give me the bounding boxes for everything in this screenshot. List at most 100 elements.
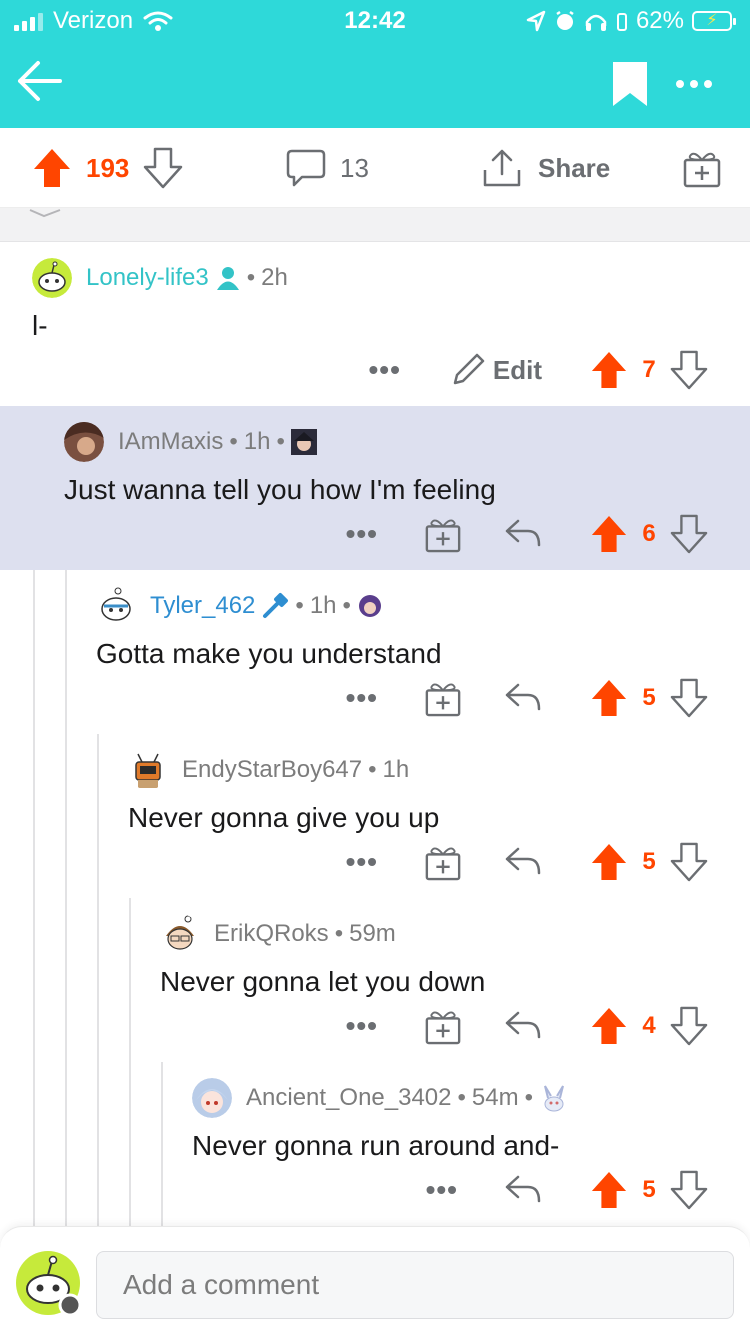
upvote-icon[interactable] <box>590 678 628 718</box>
user-flair-icon <box>358 595 381 617</box>
status-bar: Verizon 12:42 62% ⚡ <box>0 0 750 42</box>
comment-body: l- <box>32 310 48 341</box>
downvote-icon[interactable] <box>670 1006 708 1046</box>
username[interactable]: Ancient_One_3402 <box>246 1084 452 1112</box>
lock-rotation-icon <box>616 13 627 31</box>
comment-actions: ••• 5 <box>346 676 708 720</box>
user-flair-icon <box>544 1085 564 1112</box>
downvote-icon[interactable] <box>670 842 708 882</box>
downvote-icon[interactable] <box>670 514 708 554</box>
comment: Lonely-life3 • 2h l- ••• Edit 7 <box>0 242 750 406</box>
reply-icon[interactable] <box>504 1009 542 1043</box>
username[interactable]: Lonely-life3 <box>86 264 209 292</box>
username[interactable]: EndyStarBoy647 <box>182 756 362 784</box>
username[interactable]: Tyler_462 <box>150 592 255 620</box>
comment-age: 2h <box>261 264 288 291</box>
separator-dot: • <box>295 592 304 619</box>
headphones-icon <box>585 14 607 31</box>
comment-age: 59m <box>349 920 396 947</box>
comment-body: Just wanna tell you how I'm feeling <box>64 474 496 505</box>
gift-icon[interactable] <box>424 515 462 553</box>
more-options-icon[interactable]: ••• <box>426 1174 458 1206</box>
username[interactable]: ErikQRoks <box>214 920 329 948</box>
avatar[interactable] <box>96 586 136 626</box>
downvote-icon[interactable] <box>670 350 708 390</box>
gift-icon[interactable] <box>424 679 462 717</box>
comments-button[interactable]: 13 <box>286 148 369 188</box>
more-options-icon[interactable]: ••• <box>346 1010 378 1042</box>
upvote-icon[interactable] <box>590 514 628 554</box>
collapsed-arrow-icon <box>29 209 61 218</box>
alarm-icon <box>556 10 574 30</box>
upvote-icon[interactable] <box>590 1170 628 1210</box>
more-options-icon[interactable]: ••• <box>368 354 400 386</box>
separator-dot: • <box>334 920 344 947</box>
more-options-icon[interactable]: ••• <box>346 682 378 714</box>
comment-bubble-icon <box>286 149 326 187</box>
comment-meta: EndyStarBoy647 • 1h <box>128 750 409 790</box>
upvote-icon[interactable] <box>590 1006 628 1046</box>
comment-score: 5 <box>642 848 656 875</box>
comment-score: 4 <box>642 1012 656 1039</box>
comment-body: Never gonna give you up <box>128 802 440 833</box>
section-divider <box>0 208 750 242</box>
upvote-icon[interactable] <box>32 147 72 189</box>
more-options-icon[interactable]: ••• <box>346 846 378 878</box>
comment-age: 1h <box>309 592 337 619</box>
comment-score: 6 <box>642 520 656 547</box>
comment-age: 54m <box>471 1084 519 1111</box>
share-icon <box>483 149 521 187</box>
comment-score: 5 <box>642 1176 656 1203</box>
comment: EndyStarBoy647 • 1h Never gonna give you… <box>0 734 750 898</box>
separator-dot: • <box>276 428 285 455</box>
avatar[interactable] <box>160 914 200 954</box>
upvote-icon[interactable] <box>590 842 628 882</box>
comment-count: 13 <box>340 152 369 183</box>
comment-composer: Add a comment <box>0 1226 750 1334</box>
award-button[interactable] <box>682 148 722 188</box>
post-score: 193 <box>86 152 130 183</box>
edit-button[interactable]: Edit <box>449 351 542 389</box>
reply-icon[interactable] <box>504 845 542 879</box>
reply-icon[interactable] <box>504 1173 542 1207</box>
downvote-icon[interactable] <box>143 147 183 189</box>
username[interactable]: IAmMaxis <box>118 428 223 456</box>
back-arrow-icon[interactable] <box>14 58 64 104</box>
post-action-bar: 193 13 Share <box>0 128 750 208</box>
upvote-icon[interactable] <box>590 350 628 390</box>
comment-score: 7 <box>642 356 656 383</box>
downvote-icon[interactable] <box>670 678 708 718</box>
bookmark-icon[interactable] <box>611 60 649 108</box>
comment-meta: ErikQRoks • 59m <box>160 914 396 954</box>
battery-icon: ⚡ <box>692 11 736 31</box>
share-button[interactable]: Share <box>482 148 610 188</box>
downvote-icon[interactable] <box>670 1170 708 1210</box>
comment: IAmMaxis • 1h • Just wanna tell you how … <box>0 406 750 570</box>
comment-meta: Ancient_One_3402 • 54m • <box>192 1078 569 1118</box>
battery-percent: 62% <box>635 7 684 34</box>
edit-label: Edit <box>492 354 542 385</box>
comment-actions: ••• 5 <box>346 840 708 884</box>
avatar[interactable] <box>128 750 168 790</box>
more-options-icon[interactable]: ••• <box>346 518 378 550</box>
comment-age: 1h <box>243 428 271 455</box>
reply-icon[interactable] <box>504 517 542 551</box>
comment-body: Gotta make you understand <box>96 638 442 669</box>
comment: Tyler_462 • 1h • Gotta make you understa… <box>0 570 750 734</box>
reply-icon[interactable] <box>504 681 542 715</box>
gift-icon[interactable] <box>424 1007 462 1045</box>
add-comment-input[interactable]: Add a comment <box>96 1251 734 1319</box>
gift-icon[interactable] <box>424 843 462 881</box>
separator-dot: • <box>524 1084 533 1111</box>
comment: ErikQRoks • 59m Never gonna let you down… <box>0 898 750 1062</box>
avatar[interactable] <box>64 422 104 462</box>
op-badge-icon <box>216 267 239 290</box>
comment-meta: IAmMaxis • 1h • <box>64 422 317 462</box>
avatar[interactable] <box>192 1078 232 1118</box>
top-bar: Verizon 12:42 62% ⚡ <box>0 0 750 128</box>
location-icon <box>526 10 546 32</box>
avatar[interactable] <box>16 1251 82 1317</box>
avatar[interactable] <box>32 258 72 298</box>
gift-icon <box>683 152 721 188</box>
more-options-icon[interactable] <box>674 78 714 90</box>
